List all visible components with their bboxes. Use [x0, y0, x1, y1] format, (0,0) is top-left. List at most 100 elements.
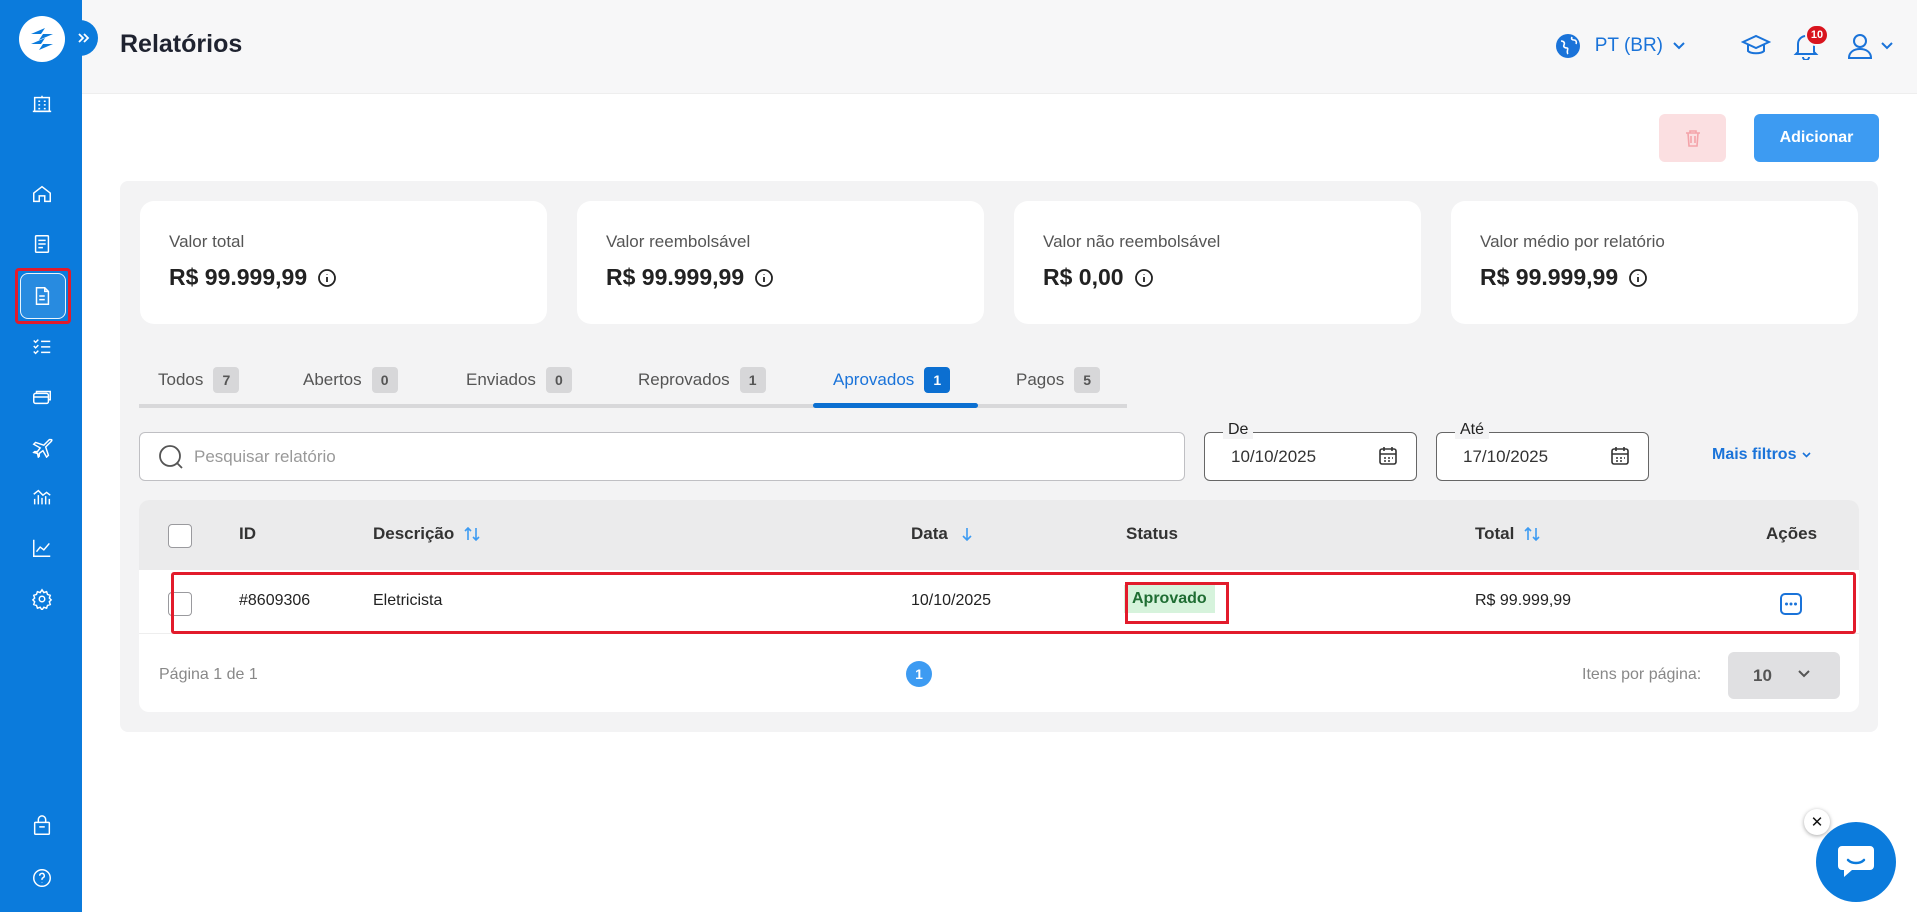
- row-highlight-annotation: [171, 572, 1856, 634]
- page-button-current[interactable]: 1: [906, 661, 932, 687]
- chevron-down-icon: [1881, 42, 1893, 50]
- user-menu[interactable]: [1847, 32, 1893, 60]
- chat-close-button[interactable]: ✕: [1804, 809, 1830, 835]
- status-highlight-annotation: [1125, 582, 1229, 624]
- date-to-value: 17/10/2025: [1463, 446, 1549, 466]
- tab-label: Aprovados: [833, 370, 915, 389]
- date-from-field[interactable]: De 10/10/2025: [1204, 421, 1417, 481]
- date-to-field[interactable]: Até 17/10/2025: [1436, 421, 1649, 481]
- chevron-down-icon: [1673, 42, 1685, 50]
- info-icon[interactable]: [317, 268, 337, 288]
- tab-count: 7: [213, 367, 240, 393]
- search-box[interactable]: [139, 432, 1185, 481]
- arrow-down-icon: [962, 528, 972, 541]
- column-header-description[interactable]: Descrição: [373, 524, 480, 544]
- card-label: Valor médio por relatório: [1480, 232, 1665, 251]
- plane-icon[interactable]: [25, 430, 59, 464]
- items-per-page-label: Itens por página:: [1582, 666, 1702, 683]
- column-header-actions: Ações: [1766, 524, 1817, 544]
- column-header-total[interactable]: Total: [1475, 524, 1540, 544]
- column-label: Data: [911, 524, 948, 543]
- chart-icon[interactable]: [25, 531, 59, 565]
- user-icon: [1847, 34, 1873, 59]
- calendar-icon[interactable]: [1378, 446, 1398, 466]
- card-icon[interactable]: [25, 380, 59, 414]
- double-chevron-right-icon: [78, 33, 90, 43]
- tab-reprovados[interactable]: Reprovados 1: [638, 365, 766, 408]
- column-label: Ações: [1766, 524, 1818, 543]
- card-value: R$ 0,00: [1043, 264, 1124, 290]
- select-all-checkbox[interactable]: [168, 524, 192, 548]
- sort-icon: [464, 527, 480, 541]
- language-selector[interactable]: PT (BR): [1555, 33, 1699, 59]
- globe-icon: [1555, 34, 1580, 58]
- info-icon[interactable]: [1628, 268, 1648, 288]
- card-value-row: R$ 99.999,99: [606, 264, 774, 291]
- active-tab-indicator: [813, 403, 978, 408]
- summary-card-non-reimbursable: Valor não reembolsável R$ 0,00: [1014, 201, 1421, 324]
- checklist-icon[interactable]: [25, 329, 59, 363]
- help-icon[interactable]: [25, 861, 59, 895]
- card-label: Valor total: [169, 232, 245, 251]
- card-value-row: R$ 99.999,99: [169, 264, 337, 291]
- calendar-icon[interactable]: [1610, 446, 1630, 466]
- card-value: R$ 99.999,99: [1480, 264, 1619, 290]
- tab-aprovados[interactable]: Aprovados 1: [833, 365, 951, 408]
- card-value: R$ 99.999,99: [169, 264, 308, 290]
- info-icon[interactable]: [1134, 268, 1154, 288]
- report-icon[interactable]: [25, 279, 59, 313]
- column-header-id: ID: [239, 524, 256, 544]
- summary-card-average: Valor médio por relatório R$ 99.999,99: [1451, 201, 1858, 324]
- tab-abertos[interactable]: Abertos 0: [303, 365, 398, 408]
- info-icon[interactable]: [754, 268, 774, 288]
- logo-icon: [31, 28, 53, 50]
- graduation-cap-icon: [1741, 34, 1771, 55]
- column-label: Descrição: [373, 524, 455, 543]
- more-filters-button[interactable]: Mais filtros: [1712, 446, 1812, 464]
- tab-label: Todos: [158, 370, 204, 389]
- column-header-date[interactable]: Data: [911, 524, 972, 544]
- search-input[interactable]: [194, 446, 1094, 467]
- date-from-label: De: [1223, 421, 1254, 439]
- tab-pagos[interactable]: Pagos 5: [1016, 365, 1101, 408]
- academy-button[interactable]: [1741, 33, 1771, 59]
- tab-label: Pagos: [1016, 370, 1065, 389]
- summary-card-total: Valor total R$ 99.999,99: [140, 201, 547, 324]
- tab-count: 5: [1074, 367, 1101, 393]
- sidebar: [0, 0, 82, 912]
- home-icon[interactable]: [25, 177, 59, 211]
- chevron-down-icon: [1798, 670, 1810, 678]
- analytics-icon[interactable]: [25, 480, 59, 514]
- tab-count: 1: [924, 367, 951, 393]
- status-tabs: Todos 7 Abertos 0 Enviados 0 Reprovados …: [139, 365, 1127, 408]
- bag-icon[interactable]: [25, 809, 59, 843]
- column-label: Status: [1126, 524, 1178, 543]
- items-per-page-select[interactable]: 10: [1728, 652, 1840, 699]
- chat-bubble-icon: [1838, 846, 1874, 877]
- summary-card-reimbursable: Valor reembolsável R$ 99.999,99: [577, 201, 984, 324]
- add-button[interactable]: Adicionar: [1754, 114, 1879, 162]
- tab-todos[interactable]: Todos 7: [158, 365, 240, 408]
- table-header: ID Descrição Data Status Total Ações: [139, 500, 1859, 570]
- column-label: Total: [1475, 524, 1515, 543]
- more-filters-label: Mais filtros: [1712, 446, 1797, 463]
- chat-widget-button[interactable]: [1816, 822, 1896, 902]
- delete-button[interactable]: [1659, 114, 1726, 162]
- tab-enviados[interactable]: Enviados 0: [466, 365, 572, 408]
- sort-icon: [1524, 527, 1540, 541]
- notification-badge: 10: [1805, 24, 1829, 46]
- building-icon[interactable]: [25, 87, 59, 121]
- receipt-icon[interactable]: [25, 227, 59, 261]
- tab-count: 0: [371, 367, 398, 393]
- column-label: ID: [239, 524, 256, 543]
- app-logo[interactable]: [19, 16, 65, 62]
- settings-icon[interactable]: [25, 582, 59, 616]
- page-title: Relatórios: [120, 30, 243, 58]
- tab-label: Enviados: [466, 370, 536, 389]
- notifications-button[interactable]: 10: [1793, 24, 1829, 60]
- chevron-down-icon: [1802, 452, 1812, 458]
- trash-icon: [1685, 130, 1700, 147]
- tab-label: Abertos: [303, 370, 362, 389]
- tab-count: 0: [545, 367, 572, 393]
- column-header-status: Status: [1126, 524, 1178, 544]
